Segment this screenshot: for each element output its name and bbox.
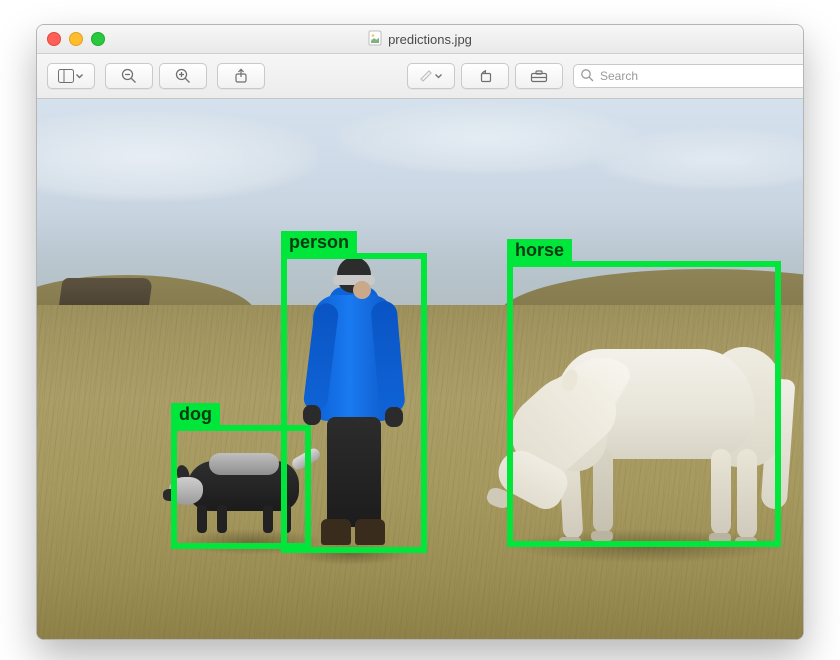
chevron-down-icon <box>77 75 83 78</box>
predictions-image: dog person horse <box>37 99 803 640</box>
share-button[interactable] <box>217 63 265 89</box>
zoom-out-button[interactable] <box>105 63 153 89</box>
jpeg-file-icon <box>368 30 382 49</box>
minimize-window-button[interactable] <box>69 32 83 46</box>
window-title-group: predictions.jpg <box>37 30 803 49</box>
fullscreen-window-button[interactable] <box>91 32 105 46</box>
share-icon <box>234 68 248 84</box>
cloud <box>597 129 803 189</box>
horse <box>515 289 795 549</box>
window-controls <box>47 32 105 46</box>
annotate-button[interactable] <box>407 63 455 89</box>
sidebar-group <box>47 63 95 89</box>
cloud <box>37 111 317 201</box>
rotate-left-icon <box>477 69 493 83</box>
preview-window: predictions.jpg <box>36 24 804 640</box>
sidebar-toggle-button[interactable] <box>47 63 95 89</box>
titlebar: predictions.jpg <box>37 25 803 54</box>
pencil-icon <box>419 69 443 83</box>
markup-toolbar-button[interactable] <box>515 63 563 89</box>
sidebar-icon <box>58 69 84 83</box>
close-window-button[interactable] <box>47 32 61 46</box>
zoom-out-icon <box>121 68 137 84</box>
chevron-down-icon <box>436 75 442 78</box>
zoom-in-button[interactable] <box>159 63 207 89</box>
rotate-button[interactable] <box>461 63 509 89</box>
window-title: predictions.jpg <box>388 32 472 47</box>
person <box>299 257 409 557</box>
search-icon <box>580 68 594 87</box>
zoom-group <box>105 63 207 89</box>
image-viewport[interactable]: dog person horse <box>37 99 803 640</box>
toolbox-icon <box>530 69 548 83</box>
zoom-in-icon <box>175 68 191 84</box>
markup-group <box>407 63 563 89</box>
toolbar <box>37 54 803 99</box>
cloud <box>337 103 637 173</box>
search-input[interactable] <box>573 64 804 88</box>
share-group <box>217 63 265 89</box>
dog <box>169 435 319 545</box>
search-field-wrap <box>573 64 793 88</box>
